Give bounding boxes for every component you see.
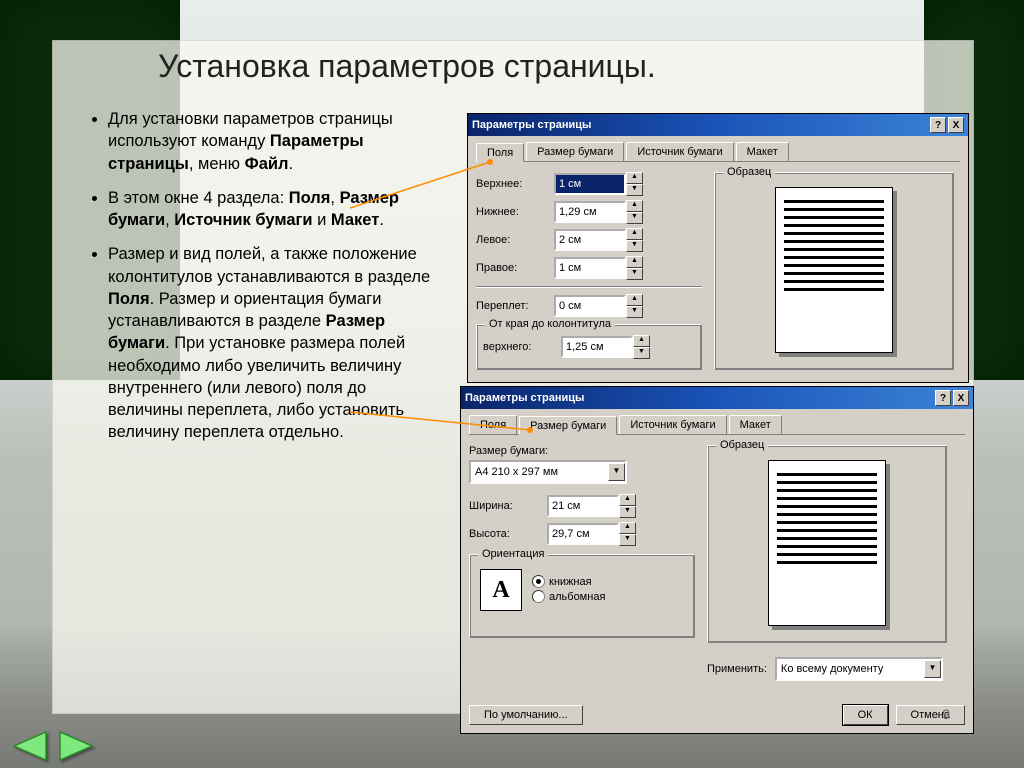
label-right: Правое: xyxy=(476,262,554,274)
input-gutter[interactable]: ▲▼ xyxy=(554,294,644,318)
chevron-down-icon[interactable]: ▼ xyxy=(608,463,625,481)
dropdown-paper-size[interactable]: А4 210 x 297 мм▼ xyxy=(469,460,627,484)
default-button[interactable]: По умолчанию... xyxy=(469,705,583,725)
bullet-3: Размер и вид полей, а также положение ко… xyxy=(108,243,434,443)
radio-portrait[interactable]: книжная xyxy=(532,575,605,588)
radio-landscape[interactable]: альбомная xyxy=(532,590,605,603)
label-left: Левое: xyxy=(476,234,554,246)
slide-title: Установка параметров страницы. xyxy=(158,48,656,85)
label-width: Ширина: xyxy=(469,500,547,512)
tab-layout[interactable]: Макет xyxy=(729,415,782,434)
next-slide-button[interactable] xyxy=(56,730,96,762)
label-gutter: Переплет: xyxy=(476,300,554,312)
bullet-1: Для установки параметров страницы исполь… xyxy=(108,108,434,175)
label-apply: Применить: xyxy=(707,663,767,675)
label-top: Верхнее: xyxy=(476,178,554,190)
input-left[interactable]: ▲▼ xyxy=(554,228,644,252)
dialog-title: Параметры страницы xyxy=(465,392,584,404)
label-paper-size: Размер бумаги: xyxy=(469,445,695,457)
tab-fields[interactable]: Поля xyxy=(469,415,517,434)
dialog-tabs: Поля Размер бумаги Источник бумаги Макет xyxy=(469,415,965,435)
dialog-titlebar[interactable]: Параметры страницы ? X xyxy=(468,114,968,136)
help-button[interactable]: ? xyxy=(930,117,946,133)
tab-paper-size[interactable]: Размер бумаги xyxy=(519,416,617,435)
chevron-down-icon[interactable]: ▼ xyxy=(924,660,941,678)
dropdown-apply[interactable]: Ко всему документу▼ xyxy=(775,657,943,681)
tab-fields[interactable]: Поля xyxy=(476,143,524,162)
close-button[interactable]: X xyxy=(948,117,964,133)
tab-paper-source[interactable]: Источник бумаги xyxy=(619,415,726,434)
label-bottom: Нижнее: xyxy=(476,206,554,218)
sample-group: Образец xyxy=(707,445,947,643)
sample-page-preview xyxy=(768,460,886,626)
dialog-tabs: Поля Размер бумаги Источник бумаги Макет xyxy=(476,142,960,162)
page-setup-dialog-paper-size: Параметры страницы ? X Поля Размер бумаг… xyxy=(460,386,974,734)
sample-group: Образец xyxy=(714,172,954,370)
tab-paper-source[interactable]: Источник бумаги xyxy=(626,142,733,161)
input-header-top[interactable]: ▲▼ xyxy=(561,335,651,359)
spinner-buttons[interactable]: ▲▼ xyxy=(626,172,643,196)
sample-page-preview xyxy=(775,187,893,353)
bullet-2: В этом окне 4 раздела: Поля, Размер бума… xyxy=(108,187,434,232)
orientation-group: Ориентация A книжная альбомная xyxy=(469,554,695,638)
input-right[interactable]: ▲▼ xyxy=(554,256,644,280)
input-top[interactable]: ▲▼ xyxy=(554,172,644,196)
prev-slide-button[interactable] xyxy=(10,730,50,762)
dialog-titlebar[interactable]: Параметры страницы ? X xyxy=(461,387,973,409)
close-button[interactable]: X xyxy=(953,390,969,406)
header-distance-group: От края до колонтитула верхнего: ▲▼ xyxy=(476,324,702,370)
input-width[interactable]: ▲▼ xyxy=(547,494,637,518)
ok-button[interactable]: ОК xyxy=(843,705,888,725)
tab-layout[interactable]: Макет xyxy=(736,142,789,161)
page-setup-dialog-margins: Параметры страницы ? X Поля Размер бумаг… xyxy=(467,113,969,383)
input-bottom[interactable]: ▲▼ xyxy=(554,200,644,224)
cancel-button[interactable]: Отмена xyxy=(896,705,965,725)
dialog-title: Параметры страницы xyxy=(472,119,591,131)
slide-body: Для установки параметров страницы исполь… xyxy=(84,108,434,456)
label-header-top: верхнего: xyxy=(483,341,561,353)
input-height[interactable]: ▲▼ xyxy=(547,522,637,546)
orientation-portrait-icon: A xyxy=(480,569,522,611)
label-height: Высота: xyxy=(469,528,547,540)
tab-paper-size[interactable]: Размер бумаги xyxy=(526,142,624,161)
slide-number: 9 xyxy=(942,706,950,722)
help-button[interactable]: ? xyxy=(935,390,951,406)
